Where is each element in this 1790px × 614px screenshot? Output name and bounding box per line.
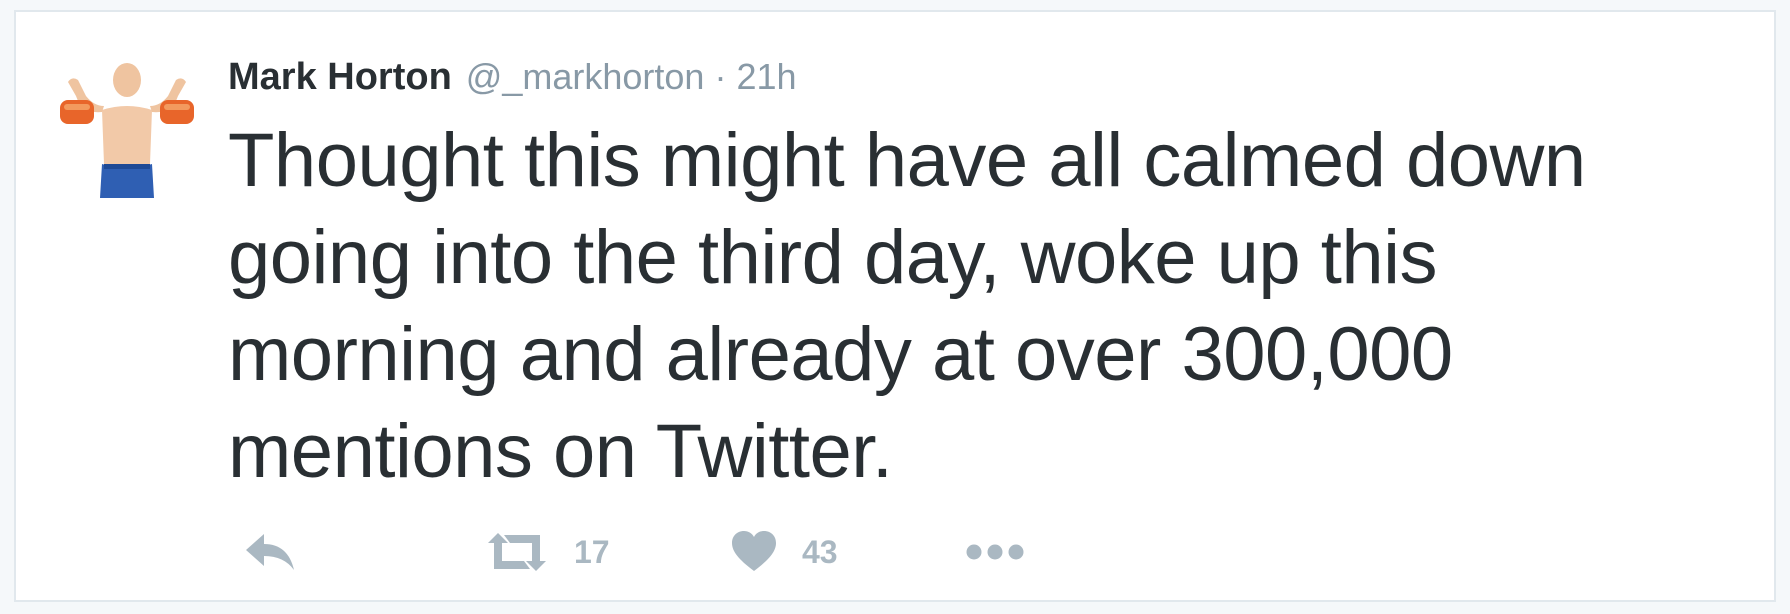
reply-icon	[246, 534, 294, 570]
avatar-image	[54, 52, 200, 198]
tweet-text-line: mentions on Twitter.	[228, 409, 893, 494]
like-button[interactable]: 43	[732, 522, 838, 582]
separator: ·	[714, 56, 727, 97]
retweet-button[interactable]: 17	[486, 522, 610, 582]
retweet-icon	[488, 533, 546, 571]
more-icon	[966, 544, 1024, 560]
reply-button[interactable]	[244, 522, 296, 582]
author-name[interactable]: Mark Horton	[228, 56, 452, 99]
tweet-text-line: morning and already at over 300,000	[228, 312, 1453, 397]
heart-icon	[732, 531, 776, 571]
tweet-text-line: Thought this might have all calmed down	[228, 118, 1586, 203]
tweet-card[interactable]: Mark Horton @_markhorton · 21h Thought t…	[14, 10, 1776, 602]
like-count: 43	[802, 533, 838, 570]
tweet-actions: 17 43	[228, 522, 1228, 582]
tweet-text-line: going into the third day, woke up this	[228, 215, 1438, 300]
tweet-header: Mark Horton @_markhorton · 21h	[228, 56, 797, 106]
retweet-count: 17	[574, 533, 610, 570]
tweet-text: Thought this might have all calmed down …	[228, 112, 1748, 500]
author-handle[interactable]: @_markhorton	[466, 56, 705, 98]
tweet-timestamp[interactable]: 21h	[736, 56, 796, 98]
more-button[interactable]	[966, 522, 1024, 582]
avatar[interactable]	[54, 52, 200, 198]
